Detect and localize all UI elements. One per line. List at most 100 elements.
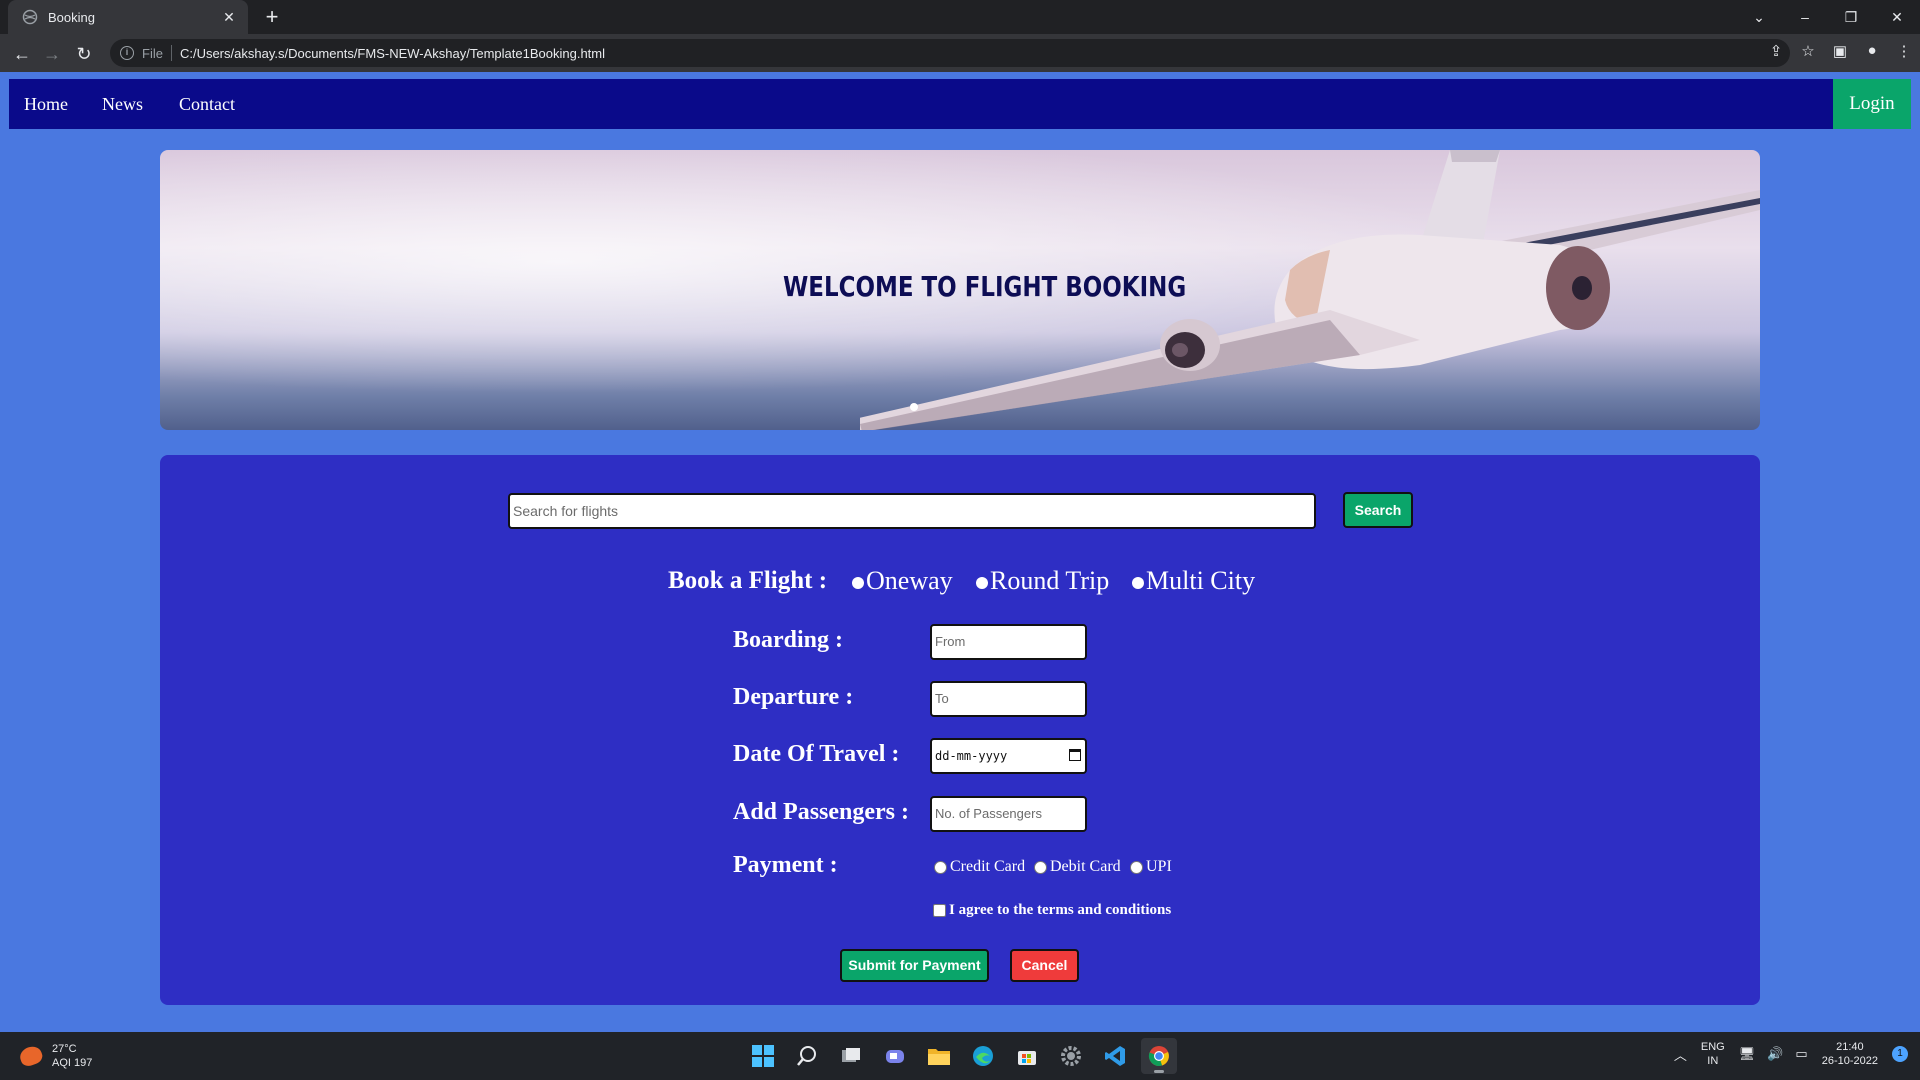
- trip-option-multi-city[interactable]: Multi City: [1132, 566, 1255, 596]
- forward-arrow-icon[interactable]: →: [42, 44, 62, 64]
- folder-icon: [928, 1049, 950, 1065]
- aqi: AQI 197: [52, 1057, 93, 1069]
- calendar-icon[interactable]: [1069, 749, 1081, 761]
- chrome-icon: [1148, 1046, 1169, 1067]
- departure-input[interactable]: To: [930, 681, 1087, 717]
- clock[interactable]: 21:40 26-10-2022: [1822, 1040, 1878, 1068]
- passengers-input[interactable]: No. of Passengers: [930, 796, 1087, 832]
- address-bar: ← → ↻ i File C:/Users/akshay.s/Documents…: [0, 34, 1920, 72]
- divider: [170, 45, 172, 61]
- book-flight-label: Book a Flight :: [668, 567, 828, 594]
- url-text[interactable]: C:/Users/akshay.s/Documents/FMS-NEW-Aksh…: [180, 46, 605, 61]
- info-icon[interactable]: i: [120, 46, 134, 60]
- vscode-icon: [1105, 1046, 1125, 1066]
- payment-option-upi[interactable]: UPI: [1130, 858, 1172, 876]
- window-controls: ⌄ – ❐ ✕: [1736, 0, 1920, 34]
- language-code: ENG: [1700, 1041, 1725, 1053]
- file-label: File: [142, 45, 163, 61]
- time: 21:40: [1836, 1041, 1864, 1053]
- start-button[interactable]: [745, 1038, 781, 1074]
- temperature: 27°C: [52, 1043, 77, 1055]
- radio-icon[interactable]: [852, 577, 864, 589]
- boarding-label: Boarding :: [733, 627, 844, 653]
- trip-option-round-trip[interactable]: Round Trip: [976, 566, 1109, 596]
- weather-widget[interactable]: 27°C AQI 197: [17, 1042, 92, 1070]
- back-arrow-icon[interactable]: ←: [12, 44, 32, 64]
- payment-option-credit-card[interactable]: Credit Card: [934, 858, 1025, 876]
- date-of-travel-input[interactable]: dd-mm-yyyy: [930, 738, 1087, 774]
- tab-search-icon[interactable]: ⌄: [1736, 9, 1782, 26]
- radio-icon[interactable]: [1034, 860, 1047, 874]
- star-icon[interactable]: ☆: [1792, 42, 1824, 60]
- search-taskbar-button[interactable]: [789, 1038, 825, 1074]
- network-icon[interactable]: 🖥: [1739, 1046, 1756, 1062]
- trip-option-oneway[interactable]: Oneway: [852, 566, 953, 596]
- share-icon[interactable]: ⇪: [1760, 42, 1792, 60]
- settings-button[interactable]: [1053, 1038, 1089, 1074]
- radio-icon[interactable]: [1130, 860, 1143, 874]
- terms-label: I agree to the terms and conditions: [949, 902, 1172, 918]
- nav-news-link[interactable]: News: [102, 79, 143, 129]
- payment-option-label: UPI: [1146, 858, 1172, 875]
- windows-logo-icon: [752, 1045, 774, 1067]
- search-button[interactable]: Search: [1343, 492, 1413, 528]
- volume-icon[interactable]: 🔊: [1767, 1046, 1783, 1062]
- url-field[interactable]: i File C:/Users/akshay.s/Documents/FMS-N…: [110, 39, 1790, 67]
- boarding-input[interactable]: From: [930, 624, 1087, 660]
- terms-checkbox-row[interactable]: I agree to the terms and conditions: [933, 902, 1171, 919]
- store-button[interactable]: [1009, 1038, 1045, 1074]
- store-icon: [1018, 1051, 1036, 1065]
- taskbar: 27°C AQI 197 ︿ ENG IN 🖥 🔊 ▭ 21:40 26-10-…: [0, 1032, 1920, 1080]
- file-explorer-button[interactable]: [921, 1038, 957, 1074]
- taskbar-apps: [745, 1038, 1185, 1074]
- radio-icon[interactable]: [976, 577, 988, 589]
- menu-icon[interactable]: ⋮: [1888, 42, 1920, 60]
- tab-title: Booking: [48, 9, 95, 25]
- minimize-button[interactable]: –: [1782, 9, 1828, 25]
- task-view-icon: [842, 1048, 860, 1062]
- payment-option-debit-card[interactable]: Debit Card: [1034, 858, 1121, 876]
- date-of-travel-label: Date Of Travel :: [733, 741, 900, 767]
- close-window-button[interactable]: ✕: [1874, 9, 1920, 26]
- departure-label: Departure :: [733, 684, 854, 710]
- site-navbar: Home News Contact Login: [9, 79, 1911, 129]
- gear-icon: [1061, 1046, 1081, 1066]
- battery-icon[interactable]: ▭: [1795, 1046, 1807, 1062]
- region-code: IN: [1707, 1055, 1719, 1067]
- profile-icon[interactable]: ●: [1856, 42, 1888, 60]
- radio-icon[interactable]: [934, 860, 947, 874]
- search-icon: [797, 1046, 816, 1066]
- weather-icon: [17, 1043, 45, 1069]
- hero-banner: WELCOME TO FLIGHT BOOKING: [160, 150, 1760, 430]
- payment-option-label: Credit Card: [950, 858, 1026, 875]
- chat-icon: [886, 1050, 904, 1063]
- flight-search-input[interactable]: Search for flights: [508, 493, 1316, 529]
- trip-option-label: Oneway: [866, 566, 953, 595]
- browser-actions: ⇪ ☆ ▣ ● ⋮: [1760, 42, 1920, 60]
- vscode-button[interactable]: [1097, 1038, 1133, 1074]
- restore-button[interactable]: ❐: [1828, 9, 1874, 26]
- browser-tab[interactable]: Booking ✕: [8, 0, 248, 34]
- weather-text: 27°C AQI 197: [52, 1042, 92, 1070]
- reload-icon[interactable]: ↻: [74, 44, 94, 64]
- date: 26-10-2022: [1821, 1055, 1878, 1067]
- close-tab-icon[interactable]: ✕: [220, 9, 238, 26]
- checkbox[interactable]: [933, 904, 946, 917]
- side-panel-icon[interactable]: ▣: [1824, 42, 1856, 60]
- nav-contact-link[interactable]: Contact: [179, 79, 235, 129]
- passengers-label: Add Passengers :: [733, 799, 910, 825]
- new-tab-button[interactable]: +: [260, 5, 284, 29]
- teams-chat-button[interactable]: [877, 1038, 913, 1074]
- banner-title: WELCOME TO FLIGHT BOOKING: [782, 270, 1187, 303]
- submit-payment-button[interactable]: Submit for Payment: [840, 949, 989, 982]
- chevron-up-icon[interactable]: ︿: [1674, 1045, 1687, 1064]
- radio-icon[interactable]: [1132, 577, 1144, 589]
- chrome-button[interactable]: [1141, 1038, 1177, 1074]
- nav-home-link[interactable]: Home: [24, 79, 68, 129]
- edge-button[interactable]: [965, 1038, 1001, 1074]
- task-view-button[interactable]: [833, 1038, 869, 1074]
- login-button[interactable]: Login: [1833, 79, 1911, 129]
- cancel-button[interactable]: Cancel: [1010, 949, 1079, 982]
- notification-badge[interactable]: 1: [1892, 1046, 1908, 1062]
- language-indicator[interactable]: ENG IN: [1701, 1040, 1725, 1068]
